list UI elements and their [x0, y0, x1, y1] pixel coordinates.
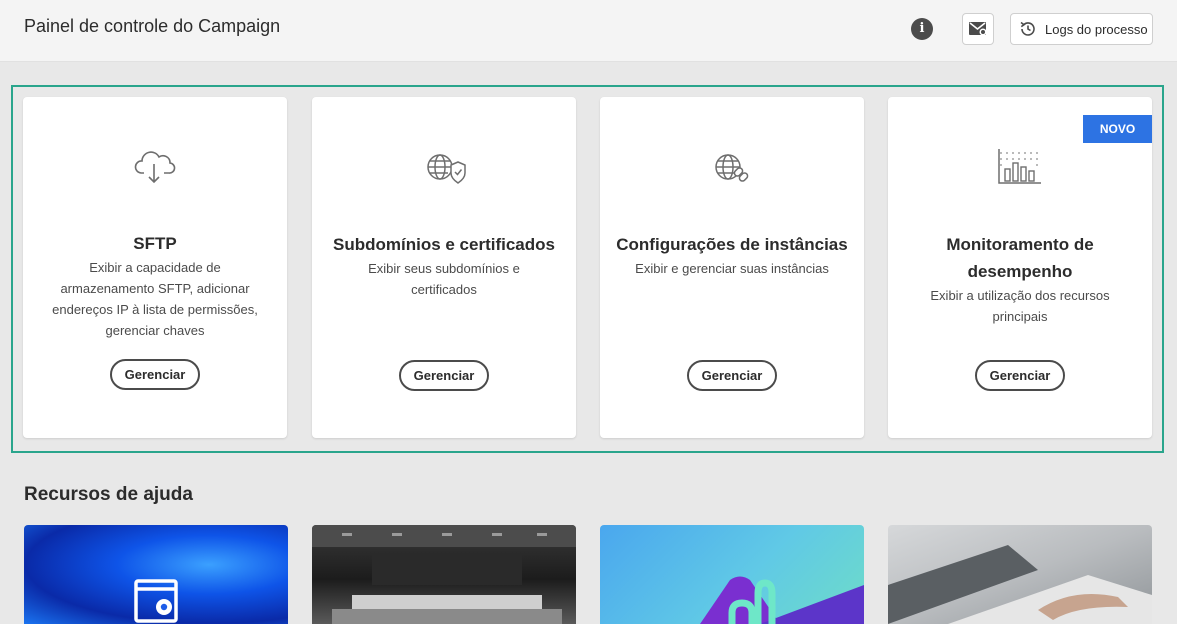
mail-settings-button[interactable]: [962, 13, 994, 45]
manage-sftp-button[interactable]: Gerenciar: [110, 359, 200, 390]
card-sftp: SFTP Exibir a capacidade de armazenament…: [23, 97, 287, 438]
card-title: Monitoramento de desempenho: [946, 235, 1094, 281]
control-room-image: [312, 525, 576, 624]
manage-subdomains-button[interactable]: Gerenciar: [399, 360, 489, 391]
card-description: Exibir a utilização dos recursos princip…: [930, 288, 1110, 324]
globe-shield-icon: [427, 154, 466, 184]
card-performance-monitoring: NOVO Monitoramento de desempenho Exibir …: [888, 97, 1152, 438]
manage-instances-button[interactable]: Gerenciar: [687, 360, 777, 391]
process-logs-label: Logs do processo: [1045, 21, 1148, 37]
card-title: SFTP: [133, 234, 177, 253]
info-icon[interactable]: i: [911, 18, 933, 40]
globe-link-icon: [715, 154, 749, 182]
help-resource-card-2[interactable]: [312, 525, 576, 624]
card-description: Exibir a capacidade de armazenamento SFT…: [52, 260, 258, 338]
card-title: Subdomínios e certificados: [333, 235, 555, 254]
page-title: Painel de controle do Campaign: [24, 16, 281, 36]
process-logs-button[interactable]: Logs do processo: [1010, 13, 1153, 45]
help-resources-title: Recursos de ajuda: [24, 484, 193, 505]
card-instance-settings: Configurações de instâncias Exibir e ger…: [600, 97, 864, 438]
card-description: Exibir seus subdomínios e certificados: [368, 261, 520, 297]
bar-chart-icon: [998, 149, 1041, 184]
card-subdomains: Subdomínios e certificados Exibir seus s…: [312, 97, 576, 438]
adobe-logo-art: [700, 576, 864, 624]
history-icon: [1020, 21, 1035, 36]
cloud-download-icon: [134, 151, 176, 184]
mail-gear-icon: [969, 22, 987, 36]
help-resource-card-3[interactable]: [600, 525, 864, 624]
card-description: Exibir e gerenciar suas instâncias: [635, 261, 829, 276]
top-bar: Painel de controle do Campaign i Logs do…: [0, 0, 1177, 62]
manage-performance-button[interactable]: Gerenciar: [975, 360, 1065, 391]
help-resource-card-4[interactable]: [888, 525, 1152, 624]
help-resource-card-1[interactable]: [24, 525, 288, 624]
window-gear-icon: [134, 579, 178, 623]
new-badge: NOVO: [1083, 115, 1152, 143]
card-title: Configurações de instâncias: [616, 235, 848, 254]
laptop-typing-image: [888, 545, 1152, 624]
